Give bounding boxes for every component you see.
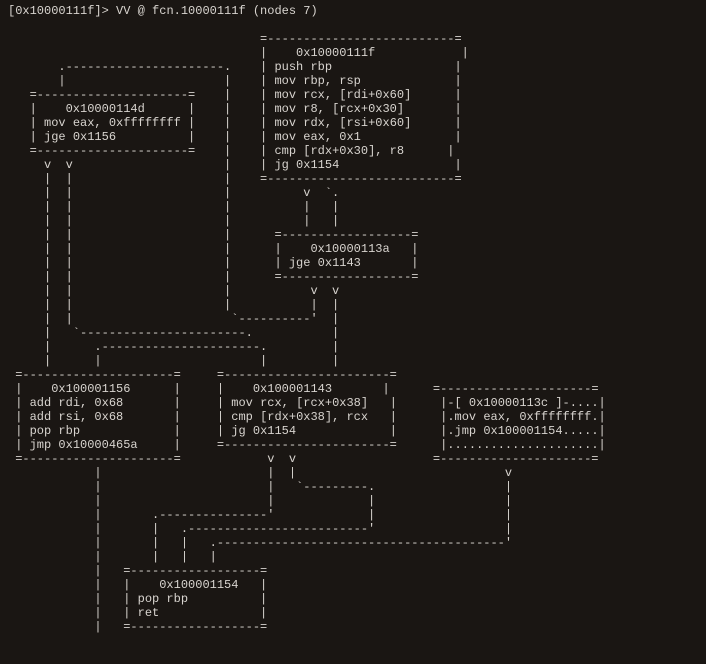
node-entry-addr: 0x10000111f xyxy=(296,46,375,60)
node-113a-addr: 0x10000113a xyxy=(310,242,389,256)
command-prompt[interactable]: [0x10000111f]> VV @ fcn.10000111f (nodes… xyxy=(8,4,698,18)
prompt-address: [0x10000111f]> xyxy=(8,4,116,18)
node-113c-header: -[ 0x10000113c ]-.... xyxy=(447,396,598,410)
prompt-command: VV @ fcn.10000111f (nodes 7) xyxy=(116,4,318,18)
node-114d-addr: 0x10000114d xyxy=(66,102,145,116)
node-1143-addr: 0x100001143 xyxy=(253,382,332,396)
ascii-graph: =--------------------------= | 0x1000011… xyxy=(8,18,698,634)
node-113c-footer: ..................... xyxy=(447,438,598,452)
node-1156-addr: 0x100001156 xyxy=(51,382,130,396)
node-1154-addr: 0x100001154 xyxy=(159,578,238,592)
